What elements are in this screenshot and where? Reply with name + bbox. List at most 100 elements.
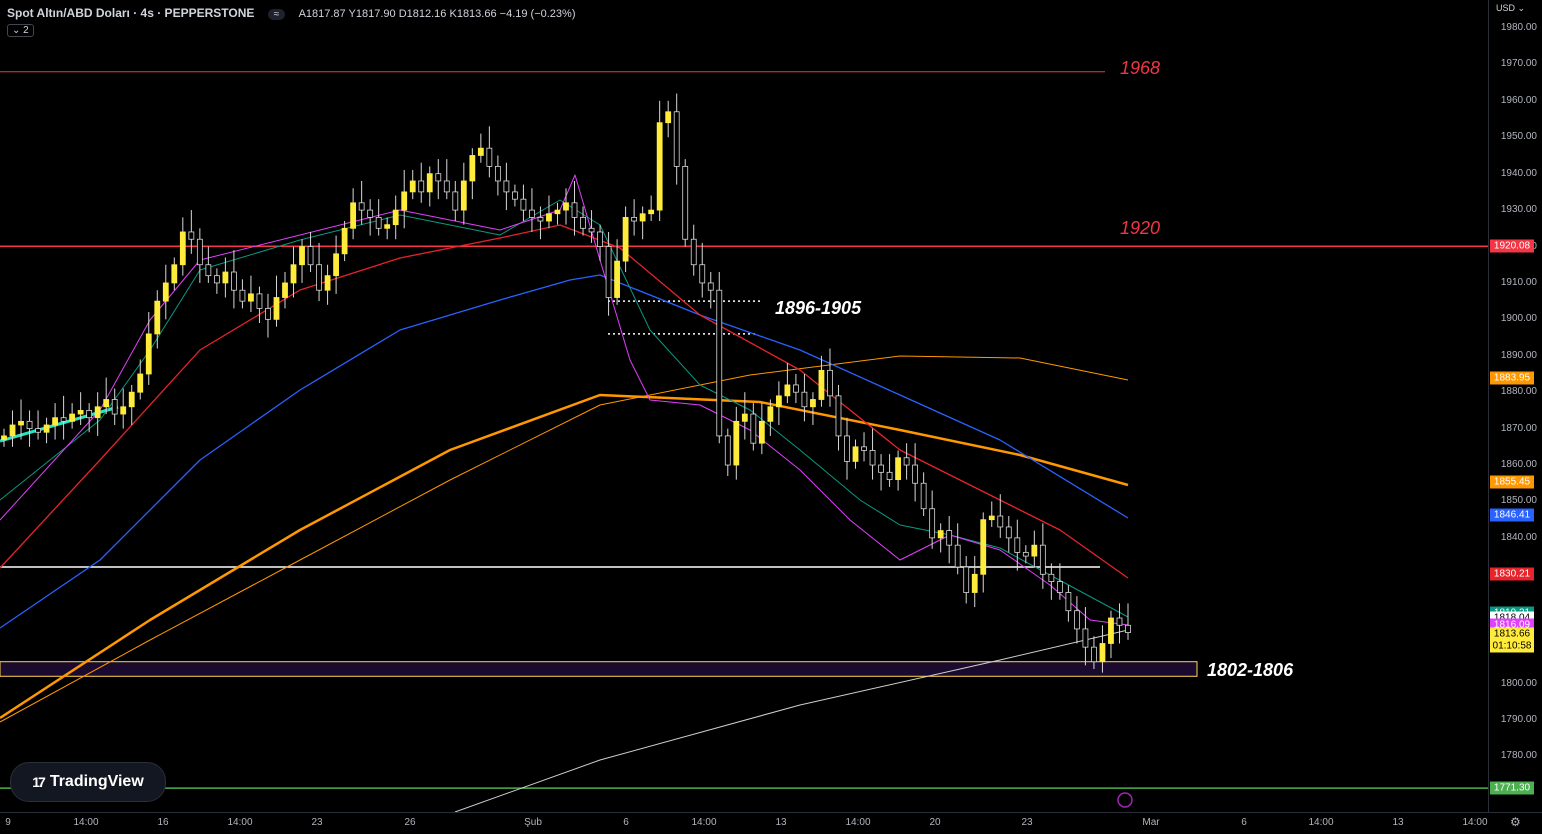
price-tick: 1880.00 — [1500, 386, 1537, 398]
market-status-badge[interactable]: ≈ — [267, 9, 286, 20]
candle — [903, 443, 910, 480]
candle — [494, 155, 501, 196]
candle — [120, 388, 127, 429]
candle-up-body — [980, 519, 987, 575]
price-tick: 1910.00 — [1500, 276, 1537, 288]
candle — [426, 166, 433, 207]
ohlc-open: A1817.87 — [298, 8, 346, 20]
candle — [162, 264, 169, 320]
candle — [35, 410, 41, 440]
time-tick: Mar — [1142, 817, 1160, 828]
candle — [801, 373, 808, 422]
candle-up-body — [299, 246, 305, 266]
time-tick: 14:00 — [845, 817, 871, 828]
candle-up-body — [810, 399, 816, 408]
candle-down-body — [673, 111, 680, 167]
symbol-title[interactable]: Spot Altın/ABD Doları · 4s · PEPPERSTONE — [7, 6, 254, 20]
candle-down-body — [920, 482, 927, 510]
candle — [818, 355, 825, 407]
candle-up-body — [222, 271, 229, 284]
candle — [844, 417, 850, 480]
replay-icon — [1117, 792, 1133, 808]
candle-down-body — [1082, 628, 1089, 648]
candle-down-body — [1074, 610, 1080, 630]
candle — [256, 286, 263, 324]
price-label: 1771.30 — [1490, 781, 1534, 795]
ma-red — [0, 224, 1129, 579]
candle — [1125, 603, 1131, 640]
candle-down-body — [35, 428, 41, 433]
candle — [350, 188, 357, 240]
price-tick: 1840.00 — [1500, 531, 1537, 543]
candle-down-body — [1091, 646, 1097, 663]
candle-up-body — [18, 420, 24, 426]
candle-down-body — [912, 464, 919, 484]
indicators-toggle-button[interactable]: ⌄ 2 — [7, 24, 34, 37]
candle — [154, 290, 161, 349]
candle — [205, 246, 212, 283]
candle-down-body — [256, 293, 263, 309]
candle — [43, 417, 50, 444]
price-tick: 1790.00 — [1500, 713, 1537, 725]
candle-up-body — [9, 424, 16, 437]
price-label: 01:10:58 — [1490, 639, 1534, 653]
candle — [469, 148, 476, 200]
candle — [614, 239, 620, 305]
time-tick: 26 — [404, 817, 416, 828]
candle — [920, 472, 927, 517]
candle — [69, 403, 76, 429]
candle-down-body — [724, 435, 731, 466]
candle-up-body — [324, 275, 331, 291]
time-tick: 13 — [1392, 817, 1404, 828]
candle — [682, 159, 689, 247]
candle — [580, 206, 586, 236]
candle — [77, 392, 84, 425]
candle-down-body — [963, 566, 970, 593]
candle — [460, 162, 467, 225]
candle-up-body — [852, 446, 859, 462]
candle-up-body — [1108, 617, 1114, 644]
candle-down-body — [716, 289, 723, 437]
time-axis[interactable]: 9 14:00 16 14:00 23 26 Şub 6 14:00 13 14:00 20 23 Mar… — [0, 812, 1542, 834]
candle-up-body — [120, 406, 127, 415]
candle — [282, 272, 288, 309]
candle — [222, 257, 229, 298]
candle — [895, 450, 901, 491]
candle — [375, 199, 382, 236]
candle — [316, 242, 322, 302]
candle-down-body — [486, 147, 493, 167]
candle-up-body — [895, 457, 901, 481]
currency-selector[interactable]: USD ⌄ — [1496, 3, 1525, 14]
candle — [673, 93, 680, 185]
candle-up-body — [469, 155, 476, 182]
candle-down-body — [265, 308, 271, 320]
time-tick: 16 — [157, 817, 169, 828]
price-tick: 1960.00 — [1500, 94, 1537, 106]
candle-up-body — [333, 253, 339, 277]
time-tick: Şub — [524, 817, 542, 828]
candle — [954, 523, 961, 575]
price-label: 1855.45 — [1490, 475, 1534, 489]
candle-up-body — [137, 373, 144, 393]
candle-up-body — [69, 413, 76, 422]
tradingview-logo[interactable]: 17 TradingView — [10, 762, 166, 802]
candle — [52, 403, 58, 440]
candle-down-body — [571, 202, 578, 218]
candle — [963, 556, 970, 604]
ohlc-low: D1812.16 — [398, 8, 447, 20]
settings-gear-icon[interactable]: ⚙ — [1510, 815, 1521, 829]
candle-down-body — [929, 508, 936, 539]
symbol-header: Spot Altın/ABD Doları · 4s · PEPPERSTONE… — [7, 6, 576, 20]
candle-down-body — [494, 165, 501, 182]
price-chart[interactable] — [0, 0, 1488, 812]
candle — [631, 199, 638, 236]
candle-down-body — [452, 191, 459, 211]
ohlc-close: K1813.66 — [449, 8, 497, 20]
candle-up-body — [648, 209, 655, 215]
candle — [94, 392, 101, 436]
price-axis[interactable]: 1980.00 1970.00 1960.00 1950.00 1940.00 1930.… — [1488, 0, 1542, 812]
candle-down-body — [231, 271, 237, 291]
price-tick: 1800.00 — [1500, 677, 1537, 689]
candle-down-body — [111, 399, 118, 415]
candle — [912, 443, 919, 502]
